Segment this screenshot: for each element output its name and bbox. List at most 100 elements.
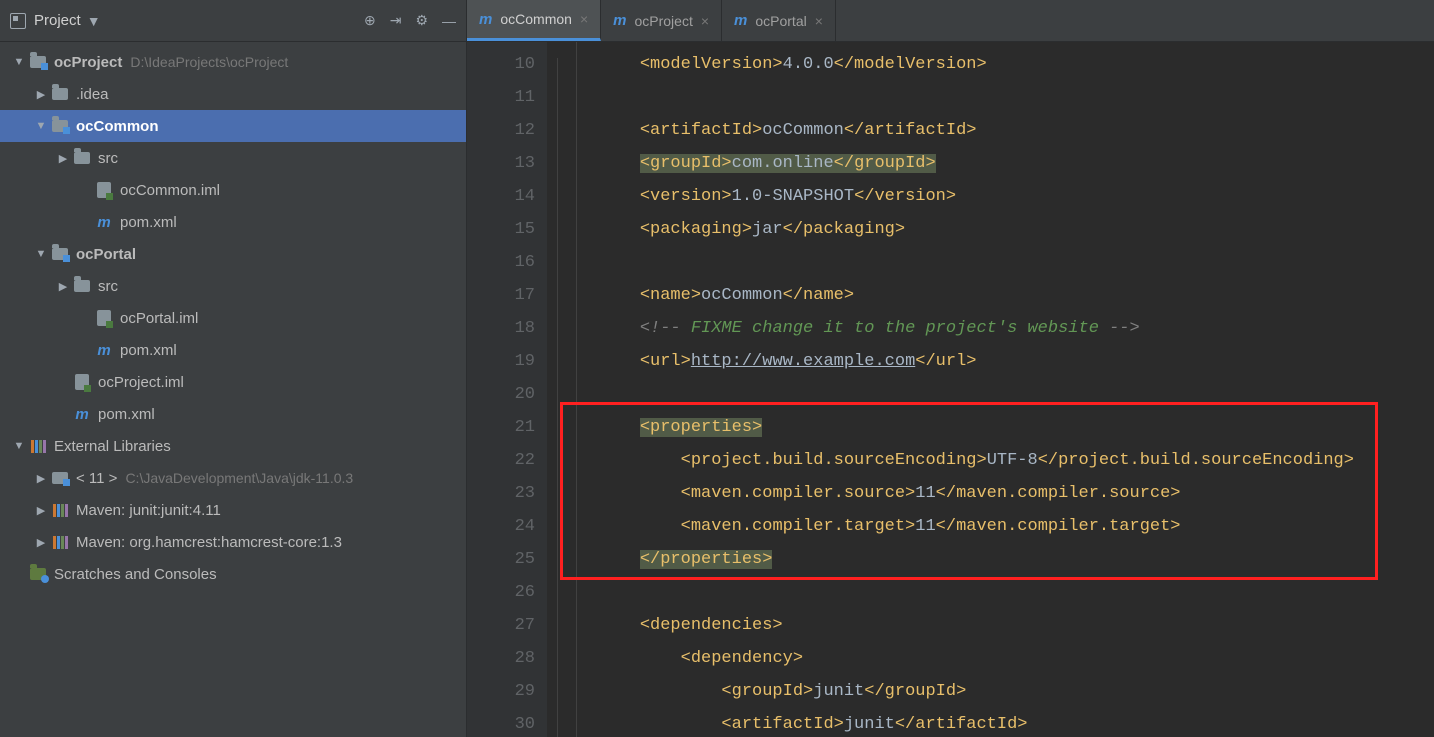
tree-item-maven-lib[interactable]: ▶ Maven: org.hamcrest:hamcrest-core:1.3 <box>0 526 466 558</box>
line-number[interactable]: 17 <box>467 279 535 312</box>
tree-label: Maven: org.hamcrest:hamcrest-core:1.3 <box>76 534 342 551</box>
editor-area: m ocCommon × m ocProject × m ocPortal × … <box>467 0 1434 737</box>
arrow-right-icon[interactable]: ▶ <box>32 88 50 101</box>
line-number[interactable]: 24 <box>467 510 535 543</box>
line-number[interactable]: 25 <box>467 543 535 576</box>
fold-column[interactable]: − − − − <box>547 42 577 737</box>
tree-label: pom.xml <box>120 342 177 359</box>
tree-label: ocProject <box>54 54 122 71</box>
editor-tabs: m ocCommon × m ocProject × m ocPortal × <box>467 0 1434 42</box>
close-icon[interactable]: × <box>815 13 823 29</box>
arrow-right-icon[interactable]: ▶ <box>32 504 50 517</box>
sidebar-title[interactable]: Project <box>34 12 81 29</box>
tree-item-src[interactable]: ▶ src <box>0 270 466 302</box>
project-sidebar: Project ▼ ⊕ ⇥ ⚙ — ▼ ocProject D:\IdeaPro… <box>0 0 467 737</box>
code-content[interactable]: <modelVersion>4.0.0</modelVersion> <arti… <box>577 42 1434 737</box>
tree-label: src <box>98 278 118 295</box>
line-number[interactable]: 12 <box>467 114 535 147</box>
tree-item-iml[interactable]: ocPortal.iml <box>0 302 466 334</box>
tree-label: pom.xml <box>120 214 177 231</box>
close-icon[interactable]: × <box>701 13 709 29</box>
line-number[interactable]: 29 <box>467 675 535 708</box>
maven-icon: m <box>479 11 492 28</box>
line-number[interactable]: 11 <box>467 81 535 114</box>
close-icon[interactable]: × <box>580 11 588 27</box>
sidebar-toolbar: ⊕ ⇥ ⚙ — <box>364 12 456 29</box>
tab-occommon[interactable]: m ocCommon × <box>467 0 601 41</box>
tab-ocproject[interactable]: m ocProject × <box>601 0 722 41</box>
folder-icon <box>72 276 92 296</box>
maven-icon: m <box>613 12 626 29</box>
line-number[interactable]: 16 <box>467 246 535 279</box>
scratches-icon <box>28 564 48 584</box>
tree-label: Maven: junit:junit:4.11 <box>76 502 221 519</box>
arrow-down-icon[interactable]: ▼ <box>10 440 28 452</box>
line-number[interactable]: 10 <box>467 48 535 81</box>
tree-label: < 11 > <box>76 470 117 487</box>
line-number[interactable]: 28 <box>467 642 535 675</box>
tree-label: ocPortal <box>76 246 136 263</box>
line-number[interactable]: 18 <box>467 312 535 345</box>
collapse-icon[interactable]: ⇥ <box>390 12 402 29</box>
line-number[interactable]: 27 <box>467 609 535 642</box>
iml-file-icon <box>94 180 114 200</box>
tree-root[interactable]: ▼ ocProject D:\IdeaProjects\ocProject <box>0 46 466 78</box>
tree-label: ocPortal.iml <box>120 310 198 327</box>
library-icon <box>50 532 70 552</box>
tree-item-src[interactable]: ▶ src <box>0 142 466 174</box>
folder-icon <box>72 148 92 168</box>
code-editor[interactable]: 1011121314151617181920212223242526272829… <box>467 42 1434 737</box>
sidebar-header: Project ▼ ⊕ ⇥ ⚙ — <box>0 0 466 42</box>
arrow-down-icon[interactable]: ▼ <box>32 248 50 260</box>
tree-external-libraries[interactable]: ▼ External Libraries <box>0 430 466 462</box>
tree-label: External Libraries <box>54 438 171 455</box>
line-number[interactable]: 15 <box>467 213 535 246</box>
line-number[interactable]: 20 <box>467 378 535 411</box>
iml-file-icon <box>94 308 114 328</box>
arrow-down-icon[interactable]: ▼ <box>32 120 50 132</box>
tree-label: .idea <box>76 86 109 103</box>
tree-item-pom[interactable]: m pom.xml <box>0 398 466 430</box>
tab-label: ocProject <box>634 13 692 29</box>
tree-item-idea[interactable]: ▶ .idea <box>0 78 466 110</box>
tree-path: C:\JavaDevelopment\Java\jdk-11.0.3 <box>125 470 353 486</box>
chevron-down-icon[interactable]: ▼ <box>87 13 101 29</box>
arrow-right-icon[interactable]: ▶ <box>54 152 72 165</box>
tree-item-jdk[interactable]: ▶ < 11 > C:\JavaDevelopment\Java\jdk-11.… <box>0 462 466 494</box>
gear-icon[interactable]: ⚙ <box>415 12 428 29</box>
line-number[interactable]: 26 <box>467 576 535 609</box>
hide-icon[interactable]: — <box>442 13 456 29</box>
tree-item-ocportal[interactable]: ▼ ocPortal <box>0 238 466 270</box>
tree-label: pom.xml <box>98 406 155 423</box>
line-number[interactable]: 13 <box>467 147 535 180</box>
tree-scratches[interactable]: Scratches and Consoles <box>0 558 466 590</box>
line-number[interactable]: 19 <box>467 345 535 378</box>
tree-item-pom[interactable]: m pom.xml <box>0 334 466 366</box>
maven-icon: m <box>734 12 747 29</box>
arrow-down-icon[interactable]: ▼ <box>10 56 28 68</box>
maven-icon: m <box>94 340 114 360</box>
tree-item-iml[interactable]: ocProject.iml <box>0 366 466 398</box>
line-gutter[interactable]: 1011121314151617181920212223242526272829… <box>467 42 547 737</box>
line-number[interactable]: 30 <box>467 708 535 737</box>
iml-file-icon <box>72 372 92 392</box>
line-number[interactable]: 14 <box>467 180 535 213</box>
arrow-right-icon[interactable]: ▶ <box>54 280 72 293</box>
project-tree[interactable]: ▼ ocProject D:\IdeaProjects\ocProject ▶ … <box>0 42 466 737</box>
line-number[interactable]: 23 <box>467 477 535 510</box>
tree-item-maven-lib[interactable]: ▶ Maven: junit:junit:4.11 <box>0 494 466 526</box>
library-icon <box>28 436 48 456</box>
library-icon <box>50 500 70 520</box>
arrow-right-icon[interactable]: ▶ <box>32 536 50 549</box>
tree-item-iml[interactable]: ocCommon.iml <box>0 174 466 206</box>
jdk-icon <box>50 468 70 488</box>
tab-ocportal[interactable]: m ocPortal × <box>722 0 836 41</box>
line-number[interactable]: 21 <box>467 411 535 444</box>
line-number[interactable]: 22 <box>467 444 535 477</box>
locate-icon[interactable]: ⊕ <box>364 12 376 29</box>
tree-item-pom[interactable]: m pom.xml <box>0 206 466 238</box>
tree-item-occommon[interactable]: ▼ ocCommon <box>0 110 466 142</box>
tab-label: ocCommon <box>500 11 572 27</box>
arrow-right-icon[interactable]: ▶ <box>32 472 50 485</box>
module-folder-icon <box>50 244 70 264</box>
